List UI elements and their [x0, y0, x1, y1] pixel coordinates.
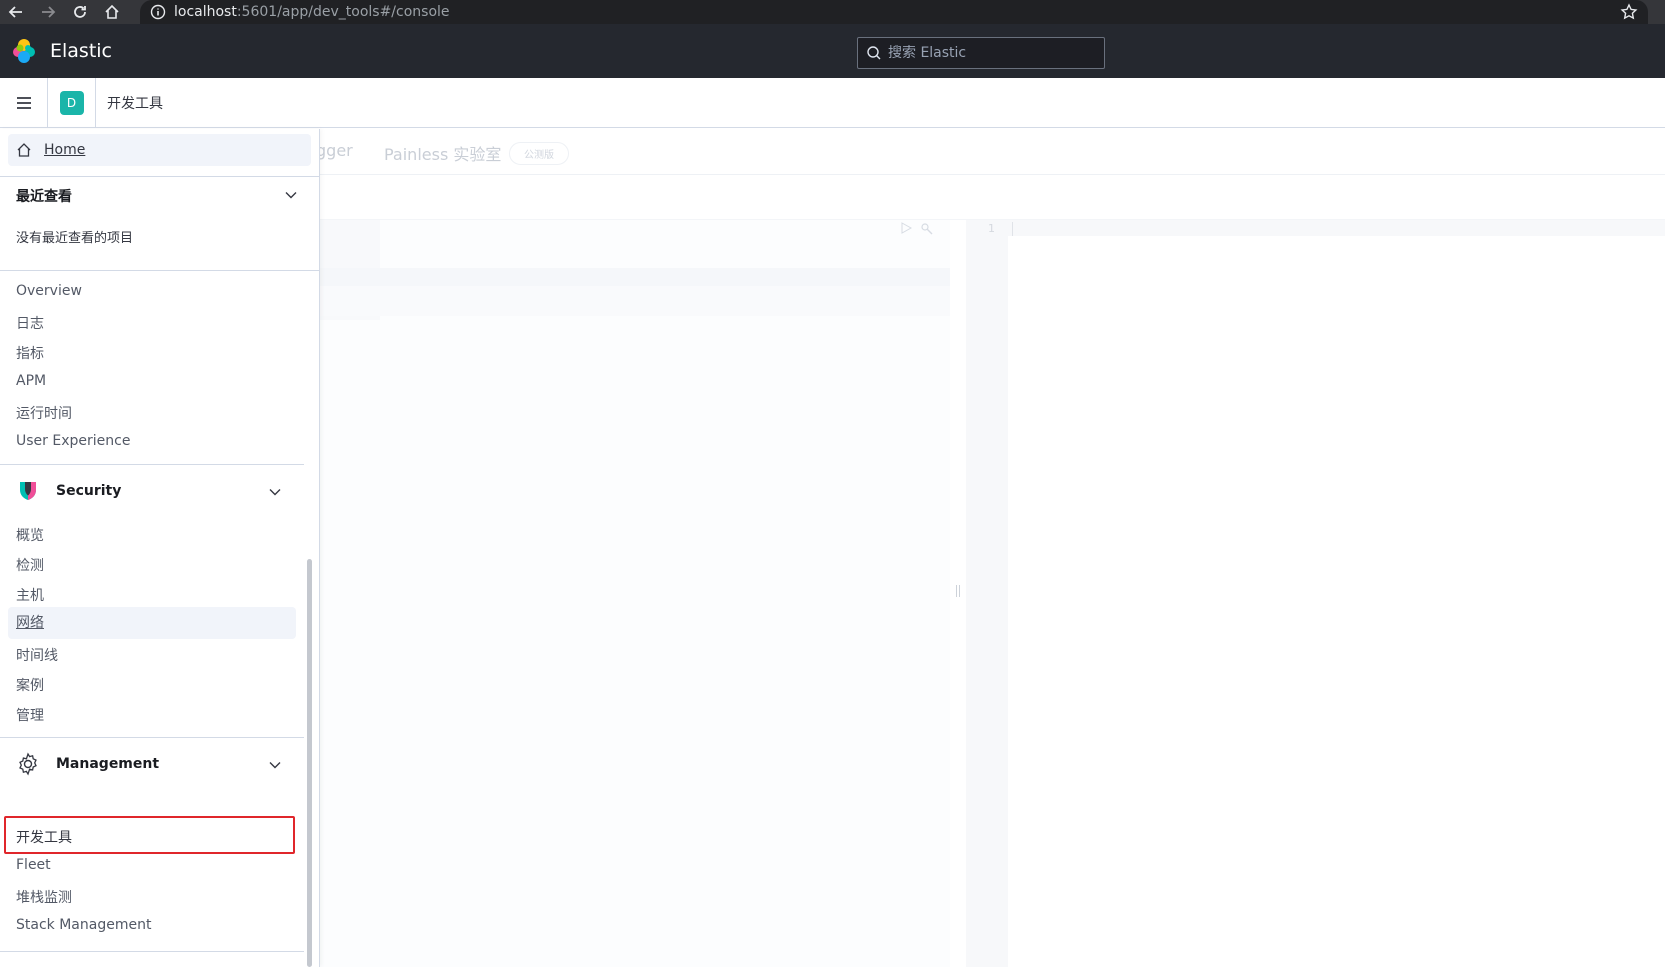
- nav-item-security-admin[interactable]: 管理: [16, 705, 44, 725]
- hamburger-icon: [16, 96, 31, 109]
- nav-item-stack-monitoring[interactable]: 堆栈监测: [16, 887, 72, 907]
- home-link[interactable]: Home: [8, 134, 311, 166]
- home-label: Home: [44, 142, 86, 158]
- nav-item-detections[interactable]: 检测: [16, 555, 44, 575]
- app-header: Elastic: [0, 24, 1665, 78]
- elastic-logo-icon[interactable]: [10, 37, 38, 65]
- divider: [0, 176, 319, 177]
- chevron-down-icon[interactable]: [268, 485, 282, 499]
- active-line: [300, 268, 950, 286]
- nav-item-overview[interactable]: Overview: [16, 283, 82, 299]
- space-selector[interactable]: D: [48, 77, 96, 128]
- url-path: :5601/app/dev_tools#/console: [236, 4, 450, 20]
- beta-badge: 公测版: [509, 142, 569, 165]
- url-host: localhost: [174, 4, 237, 20]
- recent-title[interactable]: 最近查看: [16, 186, 72, 206]
- browser-toolbar: localhost:5601/app/dev_tools#/console: [0, 0, 1665, 24]
- editor-cursor: [1012, 222, 1013, 236]
- nav-item-security-overview[interactable]: 概览: [16, 525, 44, 545]
- brand-name[interactable]: Elastic: [50, 40, 112, 62]
- output-gutter: [966, 220, 1008, 967]
- pane-resizer[interactable]: [950, 220, 966, 967]
- output-active-line: [1008, 220, 1665, 236]
- reload-button[interactable]: [64, 0, 96, 24]
- space-avatar: D: [59, 90, 84, 115]
- forward-button[interactable]: [32, 0, 64, 24]
- security-title[interactable]: Security: [56, 483, 121, 499]
- request-editor[interactable]: [300, 220, 950, 967]
- home-icon: [17, 143, 31, 157]
- play-icon[interactable]: [900, 222, 912, 234]
- security-shield-icon: [20, 482, 36, 500]
- address-bar[interactable]: localhost:5601/app/dev_tools#/console: [140, 0, 1648, 24]
- arrow-right-icon: [42, 6, 56, 18]
- nav-item-network[interactable]: 网络: [8, 607, 296, 639]
- arrow-left-icon: [8, 6, 22, 18]
- chevron-down-icon[interactable]: [268, 758, 282, 772]
- nav-item-logs[interactable]: 日志: [16, 313, 44, 333]
- line-number: 1: [988, 222, 995, 235]
- divider: [0, 737, 304, 738]
- info-icon[interactable]: [150, 4, 166, 20]
- nav-item-uptime[interactable]: 运行时间: [16, 403, 72, 423]
- nav-item-metrics[interactable]: 指标: [16, 343, 44, 363]
- breadcrumb-bar: D 开发工具: [0, 77, 1665, 128]
- nav-item-cases[interactable]: 案例: [16, 675, 44, 695]
- wrench-icon[interactable]: [920, 222, 934, 236]
- menu-toggle-button[interactable]: [0, 77, 48, 128]
- search-icon: [867, 46, 881, 60]
- search-input[interactable]: [888, 45, 1088, 61]
- nav-item-user-experience[interactable]: User Experience: [16, 433, 130, 449]
- resizer-grip-icon: [956, 585, 960, 597]
- reload-icon: [74, 6, 86, 18]
- divider: [0, 951, 304, 952]
- global-search[interactable]: [857, 37, 1105, 69]
- url-text: localhost:5601/app/dev_tools#/console: [174, 4, 450, 20]
- nav-item-stack-management[interactable]: Stack Management: [16, 917, 151, 933]
- response-output[interactable]: 1: [966, 220, 1665, 967]
- home-button[interactable]: [96, 0, 128, 24]
- home-icon: [105, 4, 119, 19]
- gear-icon: [19, 752, 37, 776]
- nav-item-hosts[interactable]: 主机: [16, 585, 44, 605]
- management-title[interactable]: Management: [56, 756, 159, 772]
- nav-item-timelines[interactable]: 时间线: [16, 645, 58, 665]
- back-button[interactable]: [0, 0, 32, 24]
- recent-empty-text: 没有最近查看的项目: [16, 231, 134, 246]
- divider: [0, 270, 319, 271]
- bookmark-star-icon[interactable]: [1620, 3, 1638, 21]
- tab-painless-lab[interactable]: Painless 实验室: [384, 141, 501, 165]
- side-navigation: Home 最近查看 没有最近查看的项目 Overview 日志 指标 APM 运…: [0, 129, 320, 967]
- breadcrumb: 开发工具: [107, 95, 163, 112]
- tab-grok-debugger[interactable]: gger: [316, 141, 353, 160]
- chevron-down-icon[interactable]: [284, 188, 298, 202]
- editor-line: [300, 286, 950, 316]
- nav-item-apm[interactable]: APM: [16, 373, 46, 389]
- divider: [0, 464, 304, 465]
- nav-item-fleet[interactable]: Fleet: [16, 857, 51, 873]
- nav-item-dev-tools[interactable]: 开发工具: [16, 827, 72, 847]
- scrollbar[interactable]: [307, 559, 312, 967]
